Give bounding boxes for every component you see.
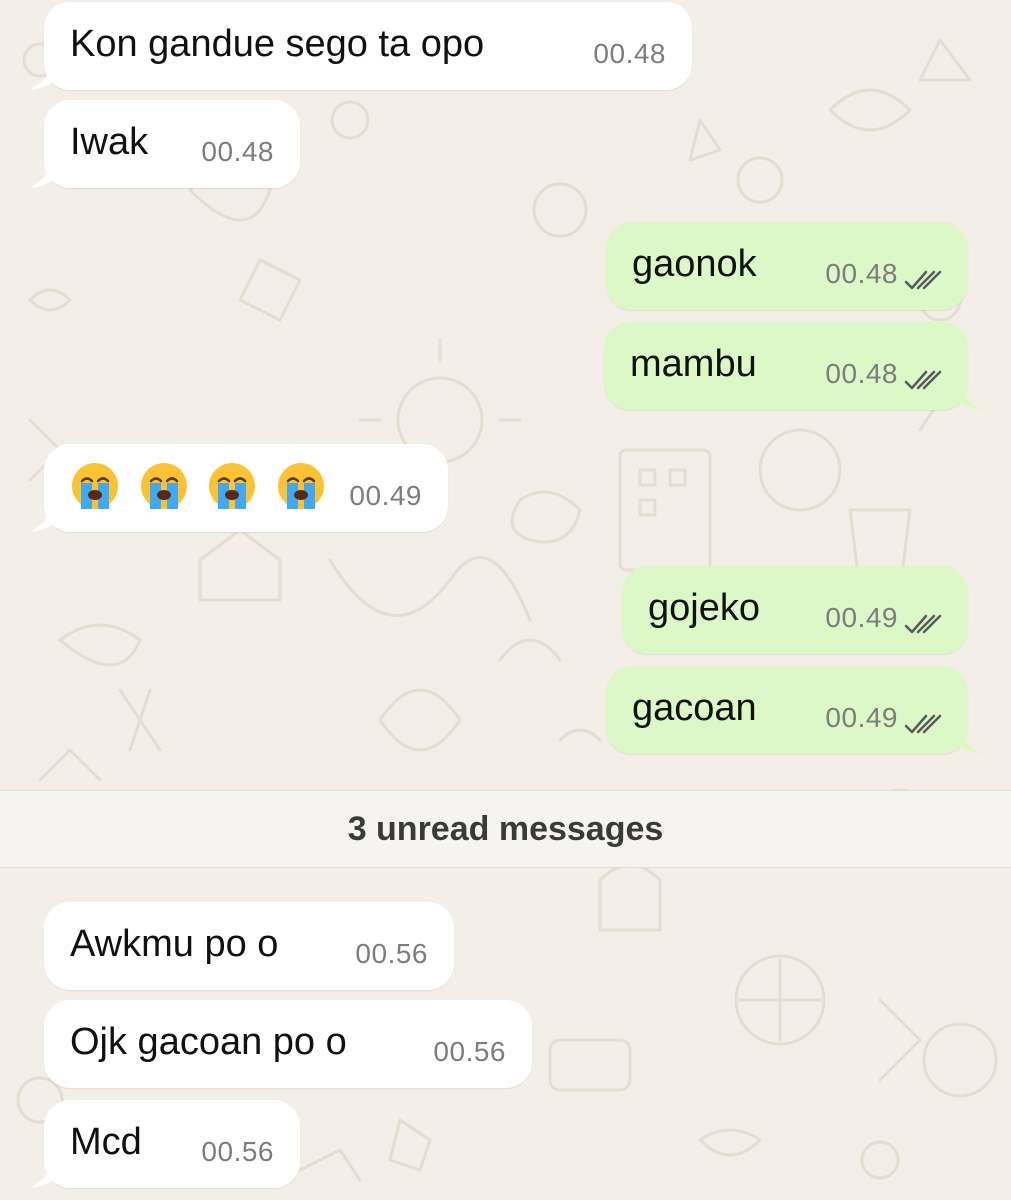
message-bubble-outgoing[interactable]: gojeko 00.49 [622,566,968,654]
loudly-crying-face-icon [277,463,324,509]
message-timestamp: 00.49 [825,602,898,633]
message-timestamp: 00.49 [349,480,422,511]
message-bubble-incoming[interactable]: Awkmu po o 00.56 [44,902,454,990]
bubble-tail [30,66,64,90]
message-text: Mcd [70,1121,142,1163]
message-bubble-incoming[interactable]: Iwak 00.48 [30,100,300,188]
message-bubble-outgoing[interactable]: gacoan 00.49 [606,666,982,754]
message-text: mambu [630,343,757,385]
double-check-icon [904,270,942,290]
double-check-icon [904,370,942,390]
bubble-tail [30,1164,64,1188]
message-bubble-incoming[interactable]: 00.49 [30,444,448,532]
message-bubble-incoming[interactable]: Kon gandue sego ta opo 00.48 [30,2,692,90]
bubble-tail [30,508,64,532]
message-bubble-outgoing[interactable]: mambu 00.48 [604,322,982,410]
message-timestamp: 00.56 [201,1136,274,1167]
message-timestamp: 00.48 [825,258,898,289]
bubble-tail [30,164,64,188]
message-text: Iwak [70,121,149,163]
loudly-crying-face-icon [209,463,256,509]
message-text: gaonok [632,243,757,285]
message-timestamp: 00.49 [825,702,898,733]
message-text: Kon gandue sego ta opo [70,23,485,65]
bubble-tail [948,386,982,410]
message-timestamp: 00.48 [593,38,666,69]
double-check-icon [904,614,942,634]
message-timestamp: 00.48 [825,358,898,389]
emoji-row [70,463,334,509]
message-bubble-incoming[interactable]: Mcd 00.56 [30,1100,300,1188]
message-timestamp: 00.56 [433,1036,506,1067]
message-text: gojeko [648,587,760,629]
loudly-crying-face-icon [72,463,118,509]
message-timestamp: 00.56 [355,938,428,969]
unread-messages-banner: 3 unread messages [0,790,1011,868]
bubble-tail [948,730,982,754]
message-text: Awkmu po o [70,923,279,965]
message-bubble-outgoing[interactable]: gaonok 00.48 [606,222,968,310]
message-timestamp: 00.48 [201,136,274,167]
message-bubble-incoming[interactable]: Ojk gacoan po o 00.56 [44,1000,532,1088]
loudly-crying-face-icon [140,463,187,509]
message-text: gacoan [632,687,757,729]
message-text: Ojk gacoan po o [70,1021,347,1063]
double-check-icon [904,714,942,734]
